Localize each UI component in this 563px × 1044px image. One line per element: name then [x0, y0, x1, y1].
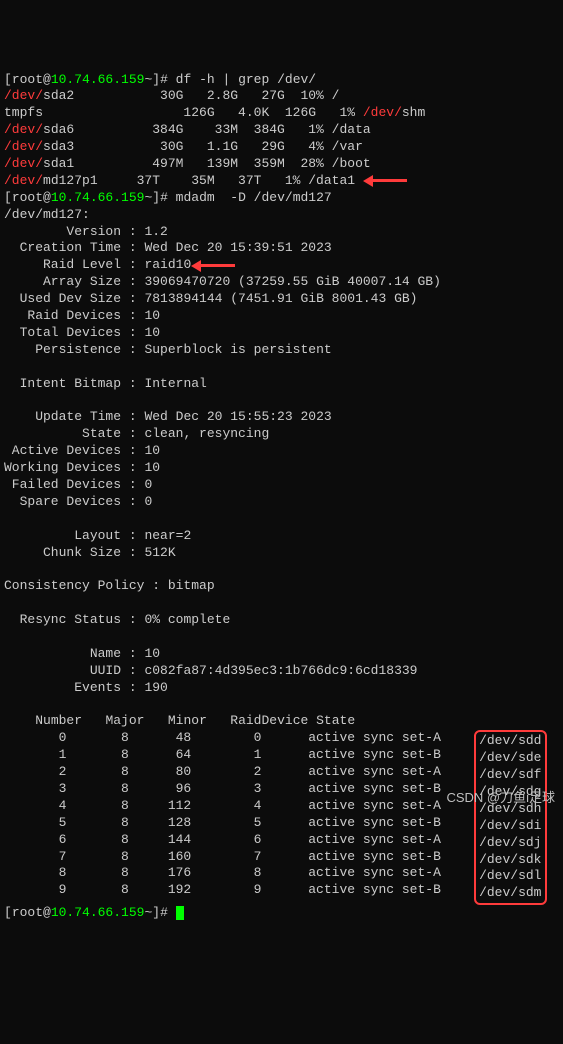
- command-2: mdadm -D /dev/md127: [176, 190, 332, 205]
- annotation-arrow: [191, 260, 241, 270]
- command-1: df -h | grep /dev/: [176, 72, 316, 87]
- cursor: [176, 906, 184, 920]
- prompt: [root@10.74.66.159~]#: [4, 72, 176, 87]
- md-header: /dev/md127:: [4, 207, 90, 222]
- annotation-box: /dev/sdd /dev/sde /dev/sdf /dev/sdg /dev…: [474, 730, 546, 905]
- watermark: CSDN @刀鱼i足球: [446, 790, 555, 807]
